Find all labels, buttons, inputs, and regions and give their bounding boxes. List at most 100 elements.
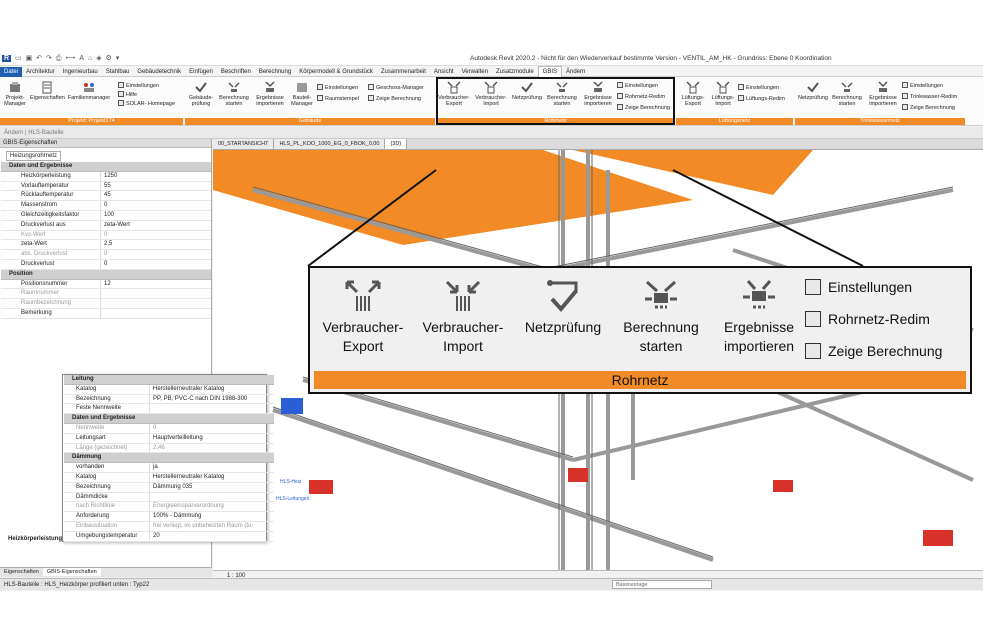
tw-netzpruefung-button[interactable]: Netzprüfung (797, 81, 829, 101)
property-row: Bemerkung (1, 308, 211, 319)
tw-zeige-berechnung[interactable]: Zeige Berechnung (902, 104, 955, 112)
view-tab-grundriss[interactable]: HLS_PL_KOO_1000_EG_0_FBOK_0,00 (274, 139, 386, 149)
redo-icon[interactable]: ↷ (46, 53, 52, 65)
property-value[interactable] (150, 493, 274, 502)
eigenschaften-button[interactable]: Eigenschaften (30, 81, 65, 101)
property-value[interactable]: 2,5 (101, 240, 211, 249)
property-label: Dämmdicke (64, 492, 150, 502)
settings-icon[interactable]: ⚙ (106, 53, 112, 65)
property-label: Druckverlust aus (1, 220, 101, 230)
hilfe-label: Hilfe (126, 92, 138, 98)
gebaeude-berechnung-button[interactable]: Berechnung starten (217, 81, 251, 107)
import-results-icon (743, 280, 775, 309)
table-icon (805, 343, 821, 359)
print-icon[interactable]: ⎙ (56, 53, 62, 65)
globe-icon (118, 100, 124, 106)
bauteil-manager-button[interactable]: Bauteil-Manager (289, 81, 315, 107)
zoom-ergebnisse-button[interactable]: Ergebnisse importieren (710, 279, 808, 356)
property-label: Vorlauftemperatur (1, 181, 101, 191)
zoom-panel-title: Rohrnetz (314, 371, 966, 389)
property-value[interactable]: 0 (101, 201, 211, 210)
zoom-einstellungen[interactable]: Einstellungen (805, 279, 912, 295)
revit-logo[interactable]: R (2, 55, 12, 62)
property-label: Katalog (64, 472, 150, 482)
undo-icon[interactable]: ↶ (36, 53, 42, 65)
tw-berechnung-button[interactable]: Berechnung starten (830, 81, 864, 107)
property-value[interactable]: PP, PB, PVC-C nach DIN 1988-300 (150, 395, 274, 404)
property-value[interactable]: 45 (101, 191, 211, 200)
qat-dropdown-icon[interactable]: ▾ (116, 53, 120, 65)
zoom-verbraucher-export-button[interactable]: Verbraucher-Export (314, 279, 412, 356)
property-grid: Daten und Ergebnisse Heizkörperleistung 12… (1, 162, 211, 319)
view-3d-icon[interactable]: ⌂ (88, 53, 92, 65)
property-value[interactable]: 12 (101, 280, 211, 289)
property-value[interactable]: Dämmung 035 (150, 483, 274, 492)
save-icon[interactable]: ▣ (26, 53, 33, 65)
table-icon (368, 95, 374, 101)
familienmanager-button[interactable]: Familienmanager (66, 81, 112, 101)
property-group-header[interactable]: Position (1, 269, 211, 280)
solar-homepage-button[interactable]: SOLAR- Homepage (118, 100, 175, 108)
gebaeude-ergebnisse-button[interactable]: Ergebnisse importieren (252, 81, 288, 107)
property-value[interactable] (150, 404, 274, 413)
property-value[interactable]: 0 (101, 260, 211, 269)
tw-einstellungen[interactable]: Einstellungen (902, 82, 943, 90)
hilfe-button[interactable]: Hilfe (118, 91, 137, 99)
lueftungs-export-button[interactable]: Lüftungs-Export (678, 81, 708, 107)
raumstempel-button[interactable]: Raumstempel (317, 95, 359, 103)
section-icon[interactable]: ◈ (96, 53, 101, 65)
property-value[interactable]: Hauptverteilleitung (150, 434, 274, 443)
property-row: vorhanden ja (64, 463, 274, 473)
property-value[interactable]: 20 (150, 532, 274, 541)
property-value[interactable]: 100% - Dämmung (150, 512, 274, 521)
gebaeudepruefung-button[interactable]: Gebäude-prüfung (186, 81, 216, 107)
property-value[interactable]: ja (150, 463, 274, 472)
workset-dropdown[interactable]: Basisvorlage (612, 580, 712, 589)
tab-eigenschaften[interactable]: Eigenschaften (0, 568, 43, 576)
zoom-verbraucher-import-button[interactable]: Verbraucher-Import (414, 279, 512, 356)
property-label: nach Richtlinie (64, 502, 150, 512)
lueftungs-import-button[interactable]: Lüftungs-Import (709, 81, 737, 107)
property-value[interactable]: 100 (101, 211, 211, 220)
status-text: HLS-Bauteile : HLS_Heizkörper profiliert… (4, 582, 150, 588)
property-group-header[interactable]: Dämmung (64, 453, 274, 464)
geschoss-manager-button[interactable]: Geschoss-Manager (368, 84, 424, 92)
open-icon[interactable]: ▭ (15, 53, 22, 65)
tw-ergebnisse-button[interactable]: Ergebnisse importieren (865, 81, 901, 107)
view-tab-startansicht[interactable]: 00_STARTANSICHT (213, 139, 275, 149)
gear-icon (317, 84, 323, 90)
panel-lueftungsnetz: Lüftungsnetz (676, 118, 793, 125)
zoom-zeige-berechnung[interactable]: Zeige Berechnung (805, 343, 942, 359)
zoom-rohrnetz-redim[interactable]: Rohrnetz-Redim (805, 311, 930, 327)
view-tab-3d[interactable]: {3D} (385, 139, 408, 149)
panel-trinkwasser: Trinkwassernetz (795, 118, 965, 125)
property-value[interactable]: 1250 (101, 172, 211, 181)
projekt-einstellungen[interactable]: Einstellungen (118, 82, 159, 90)
gebaeude-einstellungen[interactable]: Einstellungen (317, 84, 358, 92)
type-selector[interactable]: Heizungsrohrnetz (0, 148, 211, 162)
zoom-berechnung-button[interactable]: Berechnung starten (612, 279, 710, 356)
ribbon-highlight-frame (436, 77, 675, 125)
tab-gbis-eigenschaften[interactable]: GBIS-Eigenschaften (42, 568, 101, 576)
property-value[interactable] (101, 309, 211, 318)
property-value[interactable]: 55 (101, 182, 211, 191)
property-group-header[interactable]: Daten und Ergebnisse (1, 162, 211, 172)
property-group-header[interactable]: Leitung (64, 375, 274, 385)
status-bar: HLS-Bauteile : HLS_Heizkörper profiliert… (0, 578, 983, 590)
properties-icon (42, 81, 52, 94)
property-value[interactable]: Herstellerneutraler Katalog (150, 385, 274, 394)
lueftungs-redim-button[interactable]: Lüftungs-Redim (738, 95, 785, 103)
zoom-netzpruefung-button[interactable]: Netzprüfung (514, 279, 612, 337)
window-title: Autodesk Revit 2020.2 - Nicht für den Wi… (470, 55, 832, 62)
lueftung-einstellungen[interactable]: Einstellungen (738, 84, 779, 92)
property-value[interactable]: Herstellerneutraler Katalog (150, 473, 274, 482)
trinkwasser-redim-button[interactable]: Trinkwasser-Redim (902, 93, 957, 101)
gebaeude-zeige-berechnung[interactable]: Zeige Berechnung (368, 95, 421, 103)
measure-icon[interactable]: ⟷ (65, 53, 75, 65)
property-row: Katalog Herstellerneutraler Katalog (64, 384, 274, 395)
text-icon[interactable]: A (79, 53, 84, 65)
property-group-header[interactable]: Daten und Ergebnisse (64, 414, 274, 424)
property-value[interactable]: zeta-Wert (101, 221, 211, 230)
network-check-icon (547, 280, 578, 313)
projekt-manager-button[interactable]: Projekt-Manager (2, 81, 28, 107)
